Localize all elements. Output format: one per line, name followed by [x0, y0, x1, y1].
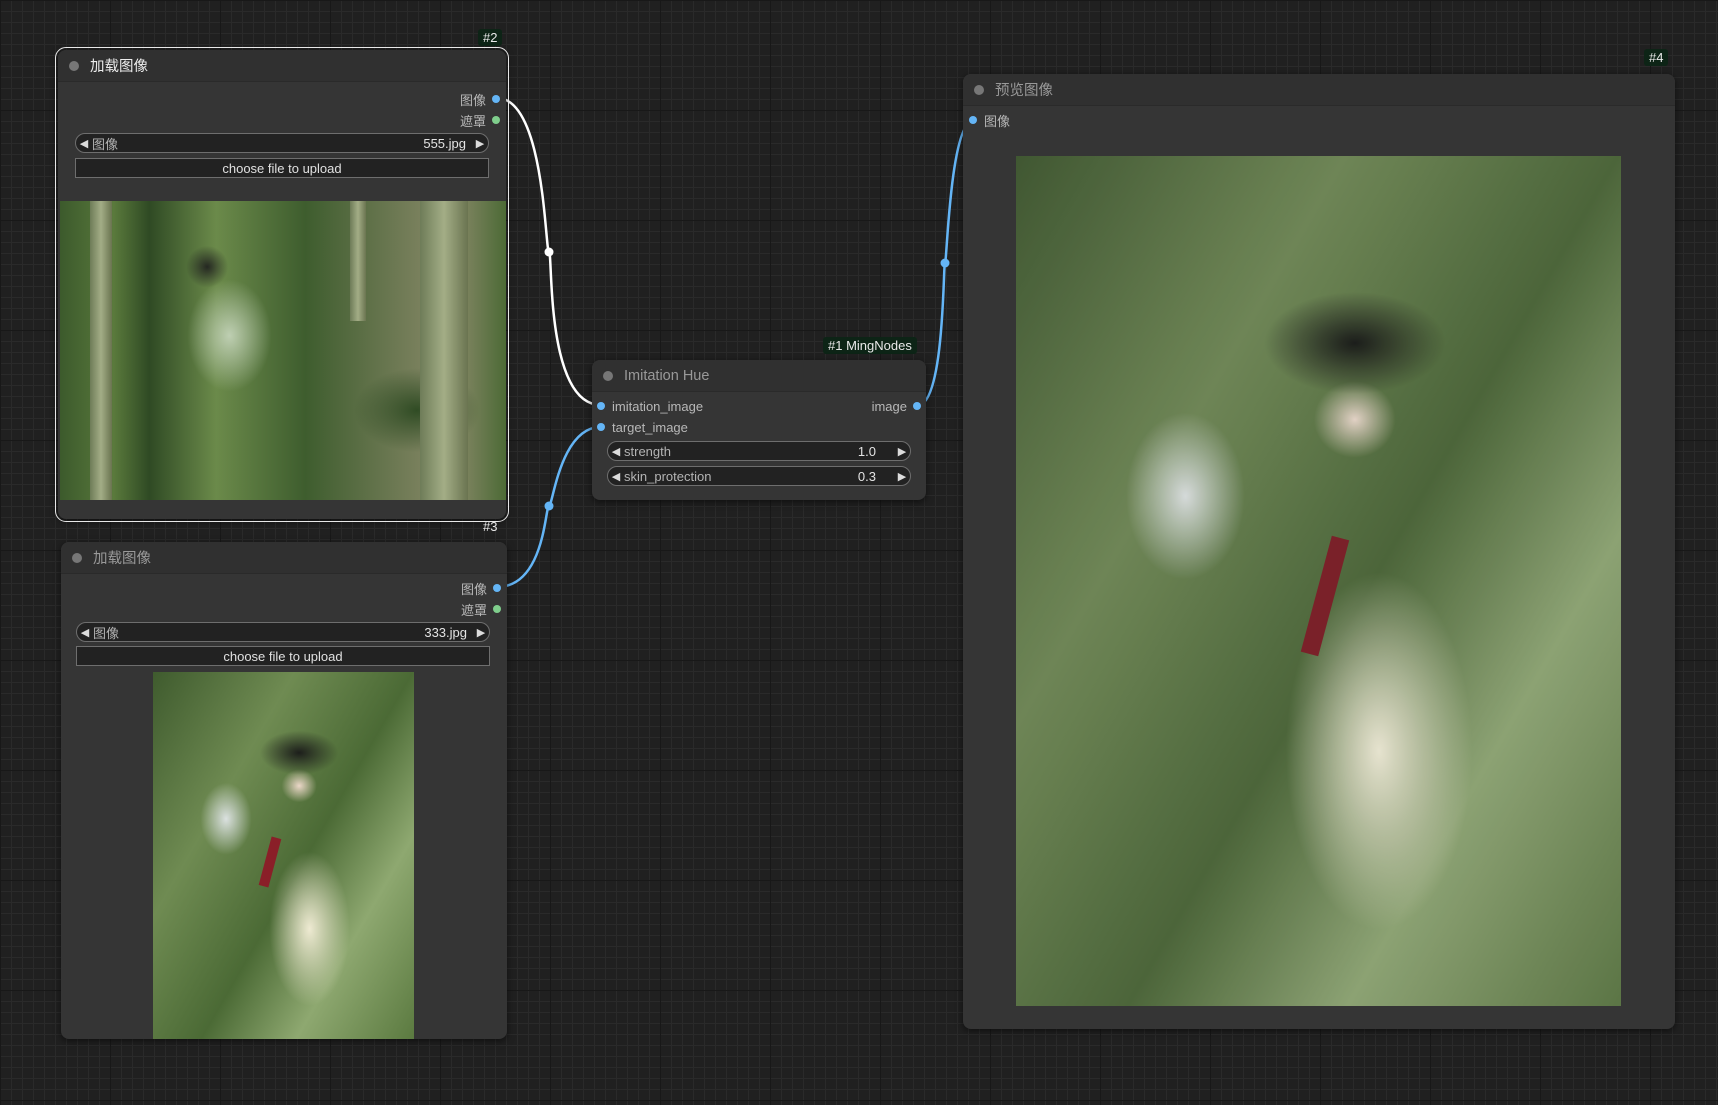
- node-id-badge: #2: [478, 29, 503, 46]
- slot-label: 图像: [460, 581, 487, 597]
- slot-connector-icon[interactable]: [597, 423, 605, 431]
- widget-value: 0.3: [857, 468, 876, 484]
- slot-connector-icon[interactable]: [493, 605, 501, 613]
- arrow-right-icon[interactable]: ▶: [473, 626, 489, 639]
- slot-label: 遮罩: [460, 602, 487, 618]
- output-slot-mask[interactable]: 遮罩: [461, 600, 501, 618]
- image-preview-forest: [60, 201, 506, 500]
- widget-value: 555.jpg: [423, 135, 466, 151]
- node-title: 加载图像: [90, 59, 148, 75]
- slot-connector-icon[interactable]: [493, 584, 501, 592]
- widget-label: 图像: [93, 625, 120, 641]
- slot-connector-icon[interactable]: [492, 95, 500, 103]
- input-slot-imitation-image[interactable]: imitation_image: [597, 397, 703, 415]
- slot-label: 遮罩: [459, 113, 486, 129]
- graph-canvas[interactable]: #2 加载图像 图像 遮罩 ◀ 图像 555.jpg ▶ choose file…: [0, 0, 1718, 1105]
- slot-label: target_image: [612, 419, 688, 435]
- output-slot-image[interactable]: 图像: [461, 579, 501, 597]
- collapse-toggle[interactable]: [974, 84, 984, 95]
- widget-value: 333.jpg: [424, 624, 467, 640]
- arrow-right-icon[interactable]: ▶: [472, 137, 488, 150]
- image-combo-widget[interactable]: ◀ 图像 555.jpg ▶: [75, 133, 489, 153]
- arrow-right-icon[interactable]: ▶: [894, 470, 910, 483]
- widget-label: skin_protection: [624, 468, 712, 484]
- node-title: 加载图像: [93, 551, 151, 567]
- link-load1-to-imitation[interactable]: [496, 96, 602, 407]
- arrow-left-icon[interactable]: ◀: [608, 470, 624, 483]
- slot-label: imitation_image: [612, 398, 704, 414]
- arrow-right-icon[interactable]: ▶: [894, 445, 910, 458]
- load-image-node-2[interactable]: 加载图像 图像 遮罩 ◀ 图像 333.jpg ▶ choose file to…: [61, 542, 507, 1039]
- image-combo-widget[interactable]: ◀ 图像 333.jpg ▶: [76, 622, 490, 642]
- widget-label: strength: [624, 443, 671, 459]
- node-header[interactable]: 加载图像: [58, 50, 506, 82]
- image-preview-output: [1016, 156, 1621, 1006]
- link-imitation-preview-midpoint[interactable]: [940, 258, 950, 268]
- node-title: 预览图像: [995, 83, 1053, 99]
- slot-label: image: [871, 398, 907, 414]
- link-load1-midpoint[interactable]: [544, 247, 554, 257]
- slot-label: 图像: [459, 92, 486, 108]
- upload-button[interactable]: choose file to upload: [75, 158, 489, 178]
- link-load2-midpoint[interactable]: [544, 501, 554, 511]
- node-title: Imitation Hue: [624, 367, 710, 384]
- image-preview-portrait: [153, 672, 414, 1039]
- preview-image-node[interactable]: 预览图像 图像: [963, 74, 1675, 1029]
- widget-value: 1.0: [857, 443, 876, 459]
- load-image-node-1[interactable]: 加载图像 图像 遮罩 ◀ 图像 555.jpg ▶ choose file to…: [55, 47, 509, 522]
- input-slot-target-image[interactable]: target_image: [597, 418, 688, 436]
- collapse-toggle[interactable]: [603, 370, 613, 381]
- output-slot-image[interactable]: image: [872, 397, 921, 415]
- slot-connector-icon[interactable]: [492, 116, 500, 124]
- node-id-badge: #3: [483, 519, 498, 534]
- slot-connector-icon[interactable]: [597, 402, 605, 410]
- collapse-toggle[interactable]: [72, 552, 82, 563]
- strength-widget[interactable]: ◀ strength 1.0 ▶: [607, 441, 911, 461]
- node-id-badge: #1 MingNodes: [823, 337, 917, 354]
- widget-label: 图像: [92, 136, 119, 152]
- arrow-left-icon[interactable]: ◀: [608, 445, 624, 458]
- slot-connector-icon[interactable]: [913, 402, 921, 410]
- slot-label: 图像: [984, 113, 1011, 129]
- node-header[interactable]: Imitation Hue: [592, 360, 926, 392]
- skin-protection-widget[interactable]: ◀ skin_protection 0.3 ▶: [607, 466, 911, 486]
- output-slot-image[interactable]: 图像: [460, 90, 500, 108]
- link-load2-to-imitation[interactable]: [496, 425, 602, 589]
- slot-connector-icon[interactable]: [969, 116, 977, 124]
- output-slot-mask[interactable]: 遮罩: [460, 111, 500, 129]
- node-header[interactable]: 预览图像: [963, 74, 1675, 106]
- upload-button[interactable]: choose file to upload: [76, 646, 490, 666]
- node-header[interactable]: 加载图像: [61, 542, 507, 574]
- input-slot-image[interactable]: 图像: [969, 111, 1010, 129]
- imitation-hue-node[interactable]: Imitation Hue imitation_image target_ima…: [592, 360, 926, 500]
- node-id-badge: #4: [1644, 49, 1669, 66]
- arrow-left-icon[interactable]: ◀: [76, 137, 92, 150]
- arrow-left-icon[interactable]: ◀: [77, 626, 93, 639]
- collapse-toggle[interactable]: [69, 60, 79, 71]
